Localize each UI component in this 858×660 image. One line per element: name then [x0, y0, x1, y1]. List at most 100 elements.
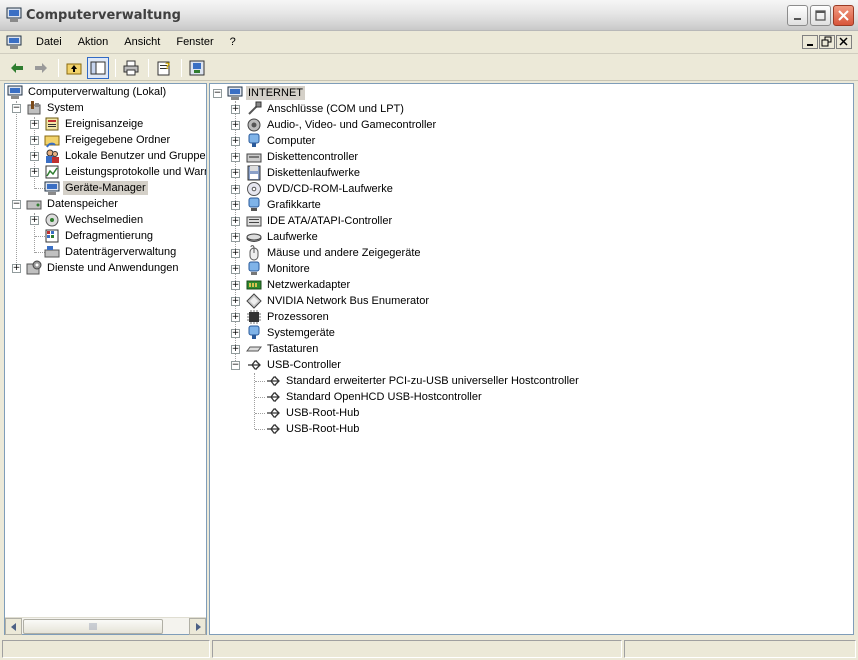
expand-toggle[interactable]: + — [231, 217, 240, 226]
device-category[interactable]: Tastaturen — [246, 341, 320, 357]
forward-button[interactable] — [30, 57, 52, 79]
floppy-drive-icon — [246, 165, 262, 181]
status-bar — [0, 638, 858, 660]
device-category[interactable]: Prozessoren — [246, 309, 331, 325]
expand-toggle[interactable]: + — [231, 345, 240, 354]
console-tree-pane[interactable]: Computerverwaltung (Lokal) − System + Er… — [4, 83, 207, 635]
tree-item-dienste[interactable]: Dienste und Anwendungen — [26, 260, 181, 276]
device-category[interactable]: USB-Controller — [246, 357, 343, 373]
device-category[interactable]: Diskettencontroller — [246, 149, 360, 165]
usb-device[interactable]: Standard erweiterter PCI-zu-USB universe… — [265, 373, 581, 389]
expand-toggle[interactable]: + — [231, 137, 240, 146]
device-category[interactable]: IDE ATA/ATAPI-Controller — [246, 213, 394, 229]
expand-toggle[interactable]: + — [231, 105, 240, 114]
grip-icon — [89, 623, 97, 630]
performance-logs-icon — [44, 164, 60, 180]
tree-item-ereignisanzeige[interactable]: Ereignisanzeige — [44, 116, 145, 132]
device-category[interactable]: Diskettenlaufwerke — [246, 165, 362, 181]
expand-toggle[interactable]: + — [231, 169, 240, 178]
expand-toggle[interactable]: + — [30, 120, 39, 129]
device-category[interactable]: Computer — [246, 133, 317, 149]
svg-text:?: ? — [165, 62, 170, 72]
properties-button[interactable]: ? — [153, 57, 175, 79]
shared-folders-icon — [44, 132, 60, 148]
expand-toggle[interactable]: + — [30, 152, 39, 161]
cdrom-icon — [246, 181, 262, 197]
expand-toggle[interactable]: + — [231, 201, 240, 210]
tree-line — [255, 397, 265, 398]
tree-root[interactable]: Computerverwaltung (Lokal) — [7, 84, 168, 100]
device-category[interactable]: Systemgeräte — [246, 325, 337, 341]
tree-item-system[interactable]: System — [26, 100, 86, 116]
expand-toggle[interactable]: + — [231, 329, 240, 338]
status-panel — [624, 640, 856, 658]
scroll-thumb[interactable] — [23, 619, 163, 634]
tree-item-defragmentierung[interactable]: Defragmentierung — [44, 228, 155, 244]
document-window-icon[interactable] — [6, 34, 22, 50]
up-one-level-button[interactable] — [63, 57, 85, 79]
menu-datei[interactable]: Datei — [28, 36, 70, 48]
menu-aktion[interactable]: Aktion — [70, 36, 117, 48]
device-category-label: NVIDIA Network Bus Enumerator — [267, 295, 430, 307]
expand-toggle[interactable]: + — [231, 265, 240, 274]
device-category[interactable]: Laufwerke — [246, 229, 320, 245]
usb-device[interactable]: Standard OpenHCD USB-Hostcontroller — [265, 389, 484, 405]
expand-toggle[interactable]: + — [30, 136, 39, 145]
maximize-button[interactable] — [810, 5, 831, 26]
title-bar[interactable]: Computerverwaltung — [0, 0, 858, 31]
usb-device[interactable]: USB-Root-Hub — [265, 405, 361, 421]
device-tree-pane[interactable]: − INTERNET + Anschlüsse (COM und LPT) + … — [209, 83, 854, 635]
expand-toggle[interactable]: + — [12, 264, 21, 273]
device-category[interactable]: DVD/CD-ROM-Laufwerke — [246, 181, 395, 197]
event-viewer-icon — [44, 116, 60, 132]
expand-toggle[interactable]: + — [231, 313, 240, 322]
tree-item-leistungsprotokolle[interactable]: Leistungsprotokolle und Warn — [44, 164, 206, 180]
tree-item-wechselmedien[interactable]: Wechselmedien — [44, 212, 145, 228]
scroll-left-button[interactable] — [5, 618, 22, 635]
usb-icon — [265, 389, 281, 405]
device-tree-root-label: INTERNET — [246, 86, 305, 100]
left-pane-horizontal-scrollbar[interactable] — [5, 617, 206, 635]
scroll-right-button[interactable] — [189, 618, 206, 635]
collapse-root-toggle[interactable]: − — [213, 89, 222, 98]
device-tree-root[interactable]: INTERNET — [227, 85, 305, 101]
expand-toggle[interactable]: + — [231, 297, 240, 306]
expand-toggle[interactable]: + — [231, 281, 240, 290]
tree-item-geraete-manager[interactable]: Geräte-Manager — [44, 180, 148, 196]
tree-item-datentraegerverwaltung[interactable]: Datenträgerverwaltung — [44, 244, 178, 260]
device-category[interactable]: Monitore — [246, 261, 312, 277]
expand-toggle[interactable]: + — [231, 233, 240, 242]
device-category[interactable]: Anschlüsse (COM und LPT) — [246, 101, 406, 117]
device-category[interactable]: Audio-, Video- und Gamecontroller — [246, 117, 438, 133]
print-button[interactable] — [120, 57, 142, 79]
menu-fenster[interactable]: Fenster — [168, 36, 221, 48]
expand-toggle[interactable]: + — [231, 185, 240, 194]
menu-help[interactable]: ? — [222, 36, 244, 48]
tree-item-datenspeicher[interactable]: Datenspeicher — [26, 196, 120, 212]
expand-toggle[interactable]: + — [30, 216, 39, 225]
back-button[interactable] — [6, 57, 28, 79]
collapse-system-toggle[interactable]: − — [12, 104, 21, 113]
expand-toggle[interactable]: + — [30, 168, 39, 177]
device-manager-toolbar-button[interactable] — [186, 57, 208, 79]
usb-device[interactable]: USB-Root-Hub — [265, 421, 361, 437]
device-category[interactable]: NVIDIA Network Bus Enumerator — [246, 293, 431, 309]
tree-item-freigegebene-ordner[interactable]: Freigegebene Ordner — [44, 132, 172, 148]
expand-toggle[interactable]: + — [231, 153, 240, 162]
device-category[interactable]: Netzwerkadapter — [246, 277, 352, 293]
child-minimize-button[interactable] — [802, 35, 818, 49]
child-close-button[interactable] — [836, 35, 852, 49]
child-restore-button[interactable] — [819, 35, 835, 49]
device-category-label: USB-Controller — [267, 359, 341, 371]
tree-item-lokale-benutzer[interactable]: Lokale Benutzer und Gruppen — [44, 148, 206, 164]
minimize-button[interactable] — [787, 5, 808, 26]
close-button[interactable] — [833, 5, 854, 26]
expand-toggle[interactable]: + — [231, 121, 240, 130]
collapse-storage-toggle[interactable]: − — [12, 200, 21, 209]
device-category[interactable]: Mäuse und andere Zeigegeräte — [246, 245, 423, 261]
show-hide-tree-button[interactable] — [87, 56, 109, 79]
menu-ansicht[interactable]: Ansicht — [116, 36, 168, 48]
device-category[interactable]: Grafikkarte — [246, 197, 323, 213]
collapse-usb-toggle[interactable]: − — [231, 361, 240, 370]
expand-toggle[interactable]: + — [231, 249, 240, 258]
